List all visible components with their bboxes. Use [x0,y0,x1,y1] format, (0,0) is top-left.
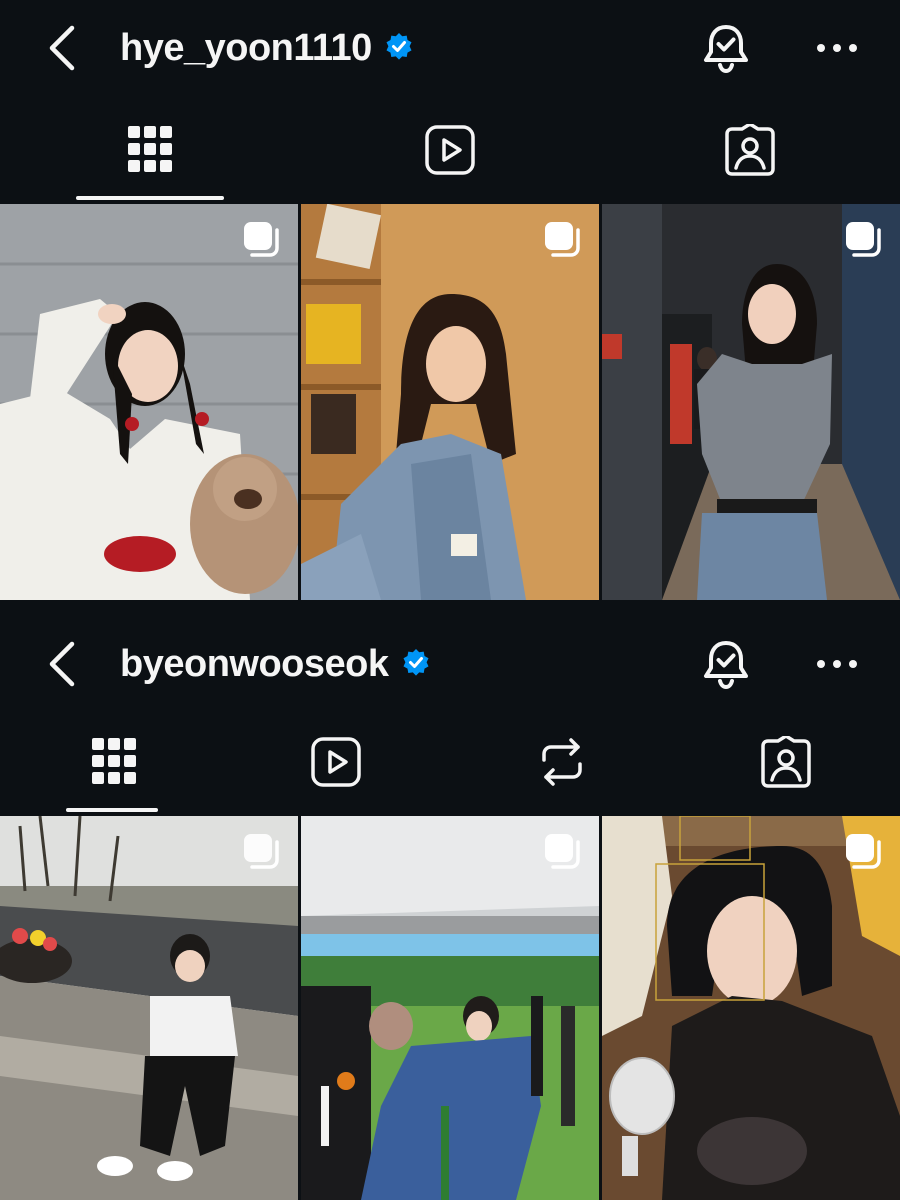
post-thumbnail[interactable] [301,204,599,600]
profile-username: byeonwooseok [120,638,431,690]
verified-badge-icon [386,32,412,60]
post-image [602,816,900,1200]
reels-icon [311,737,361,787]
profile-tabs [0,100,900,202]
active-tab-underline [76,196,224,200]
repost-icon [542,738,582,786]
bell-check-icon[interactable] [700,22,752,74]
tab-reposts[interactable] [512,712,612,814]
carousel-icon [846,222,881,257]
post-image [301,204,599,600]
post-image [0,816,298,1200]
post-thumbnail[interactable] [0,204,298,600]
tab-grid[interactable] [76,100,224,202]
tab-grid[interactable] [66,712,158,814]
tagged-person-icon [725,124,775,176]
profile-header: byeonwooseok [0,616,900,716]
chevron-left-icon[interactable] [40,638,88,690]
post-image [0,204,298,600]
post-thumbnail[interactable] [602,204,900,600]
profile-username: hye_yoon1110 [120,22,414,74]
tab-tagged[interactable] [700,100,800,202]
carousel-icon [244,222,279,257]
post-image [602,204,900,600]
profile-panel-byeonwooseok: byeonwooseok [0,602,900,1200]
tab-reels[interactable] [400,100,500,202]
post-thumbnail[interactable] [602,816,900,1200]
post-thumbnail[interactable] [0,816,298,1200]
reels-icon [425,125,475,175]
post-grid [0,204,900,600]
grid-icon [128,126,172,172]
verified-badge-icon [403,648,428,676]
carousel-icon [545,222,580,257]
tab-tagged[interactable] [736,712,836,814]
carousel-icon [244,834,279,869]
profile-header: hye_yoon1110 [0,0,900,100]
tab-reels[interactable] [286,712,386,814]
active-tab-underline [66,808,158,812]
bell-check-icon[interactable] [700,638,752,690]
username-text: hye_yoon1110 [120,27,372,69]
tagged-person-icon [761,736,811,788]
more-horizontal-icon[interactable] [812,644,862,684]
chevron-left-icon[interactable] [40,22,88,74]
username-text: byeonwooseok [120,643,389,685]
more-horizontal-icon[interactable] [812,28,862,68]
profile-panel-hye-yoon: hye_yoon1110 [0,0,900,602]
profile-tabs [0,712,900,814]
grid-icon [92,738,136,784]
post-thumbnail[interactable] [301,816,599,1200]
post-grid [0,816,900,1200]
post-image [301,816,599,1200]
carousel-icon [846,834,881,869]
carousel-icon [545,834,580,869]
